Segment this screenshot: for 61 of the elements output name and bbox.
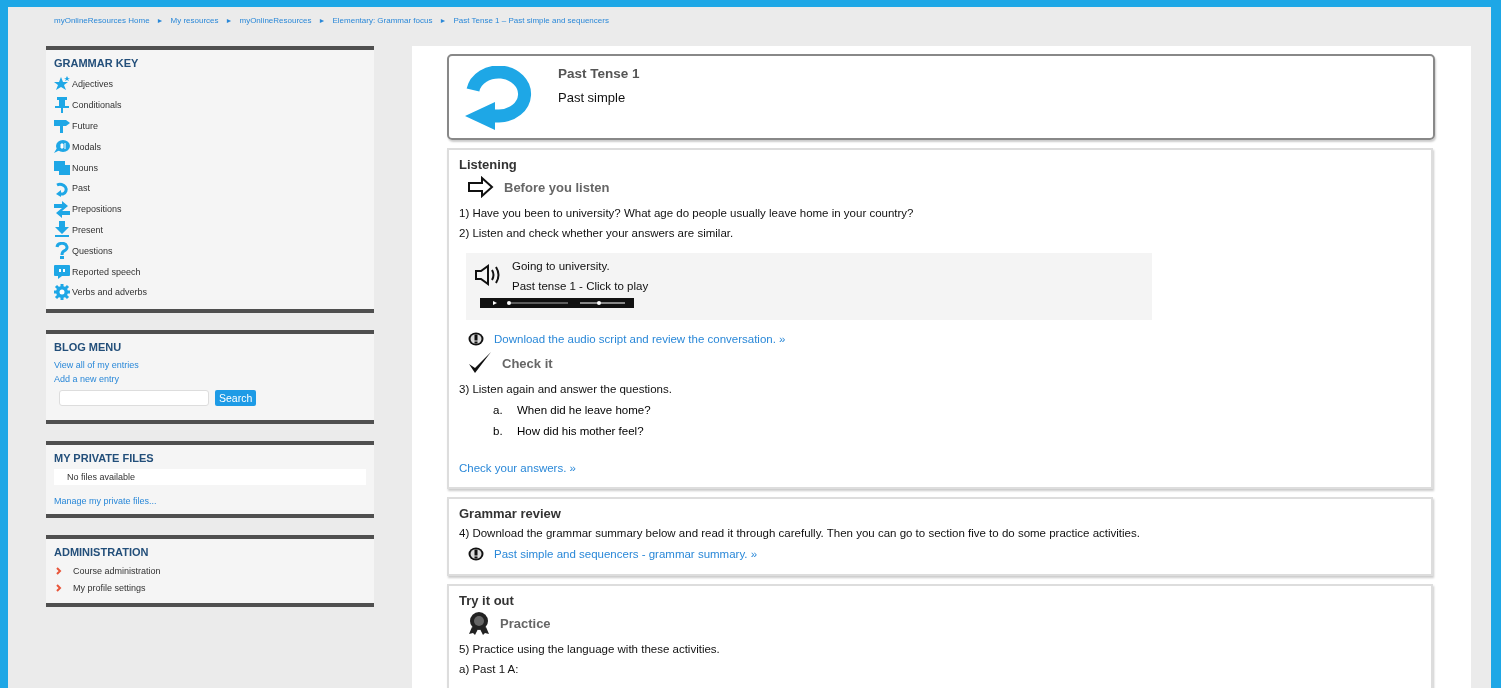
download-link[interactable]: Past simple and sequencers - grammar summary. » xyxy=(494,548,758,560)
grammar-key-link[interactable]: Prepositions xyxy=(72,204,122,215)
admin-link[interactable]: Course administration xyxy=(73,566,161,577)
download-icon xyxy=(54,221,70,239)
paragraph: 1) Have you been to university? What age do people usually leave home in your country? xyxy=(459,206,915,221)
empty-files-text: No files available xyxy=(67,471,136,482)
audio-caption: Past tense 1 - Click to play xyxy=(512,279,650,294)
question-mark-icon xyxy=(54,242,70,260)
pushpin-icon xyxy=(54,96,70,114)
download-badge-icon xyxy=(468,332,484,346)
answers-link[interactable]: Check your answers. » xyxy=(459,462,576,474)
subheading: Practice xyxy=(500,615,551,631)
question-text: How did his mother feel? xyxy=(517,424,644,439)
grammar-key-link[interactable]: Modals xyxy=(72,141,101,152)
gear-icon xyxy=(54,283,70,301)
paragraph: 3) Listen again and answer the questions. xyxy=(459,382,673,397)
block-title: MY PRIVATE FILES xyxy=(54,451,155,464)
section-title: Listening xyxy=(459,157,518,172)
grammar-key-link[interactable]: Questions xyxy=(72,245,113,256)
page-subtitle: Past simple xyxy=(558,90,627,105)
list-marker: a. xyxy=(493,403,503,418)
question-text: When did he leave home? xyxy=(517,403,651,418)
windows-icon xyxy=(54,159,70,177)
swap-arrows-icon xyxy=(54,200,70,218)
manage-files-link[interactable]: Manage my private files... xyxy=(54,495,157,506)
grammar-key-link[interactable]: Adjectives xyxy=(72,79,114,90)
section-title: Grammar review xyxy=(459,506,562,521)
stars-icon xyxy=(54,75,70,93)
quote-bubble-icon xyxy=(54,263,70,281)
admin-link[interactable]: My profile settings xyxy=(73,583,146,594)
paragraph: 2) Listen and check whether your answers are similar. xyxy=(459,226,735,241)
block-title: GRAMMAR KEY xyxy=(54,57,140,69)
list-marker: b. xyxy=(493,424,503,439)
paragraph: 4) Download the grammar summary below and read it through carefully. Then you can go to section five to do some practice activities. xyxy=(459,526,1141,541)
download-badge-icon xyxy=(468,547,484,561)
section-title: Try it out xyxy=(459,593,515,608)
grammar-key-link[interactable]: Future xyxy=(72,121,98,131)
speaker-icon xyxy=(474,264,502,286)
audio-player-drawing[interactable] xyxy=(480,298,634,308)
blog-link[interactable]: Add a new entry xyxy=(54,373,120,384)
block-title: ADMINISTRATION xyxy=(54,545,150,558)
grammar-key-link[interactable]: Past xyxy=(72,183,90,194)
blog-link[interactable]: View all of my entries xyxy=(54,359,139,370)
page-title: Past Tense 1 xyxy=(558,66,640,81)
speech-bubble-icon xyxy=(54,138,70,156)
right-arrow-icon xyxy=(467,176,495,198)
grammar-key-link[interactable]: Present xyxy=(72,224,104,235)
grammar-key-link[interactable]: Nouns xyxy=(72,162,98,173)
download-link[interactable]: Download the audio script and review the conversation. » xyxy=(494,333,786,345)
paragraph: a) Past 1 A: xyxy=(459,662,520,677)
audio-title: Going to university. xyxy=(512,259,611,274)
search-field[interactable] xyxy=(59,389,209,406)
subheading: Check it xyxy=(502,355,553,371)
grammar-key-link[interactable]: Verbs and adverbs xyxy=(72,287,148,298)
grammar-key-link[interactable]: Reported speech xyxy=(72,266,141,277)
signpost-icon xyxy=(54,117,70,135)
block-title: BLOG MENU xyxy=(54,340,123,353)
rosette-icon xyxy=(467,611,491,635)
paragraph: 5) Practice using the language with these activities. xyxy=(459,642,721,657)
subheading: Before you listen xyxy=(504,179,610,195)
grammar-key-link[interactable]: Conditionals xyxy=(72,100,122,111)
